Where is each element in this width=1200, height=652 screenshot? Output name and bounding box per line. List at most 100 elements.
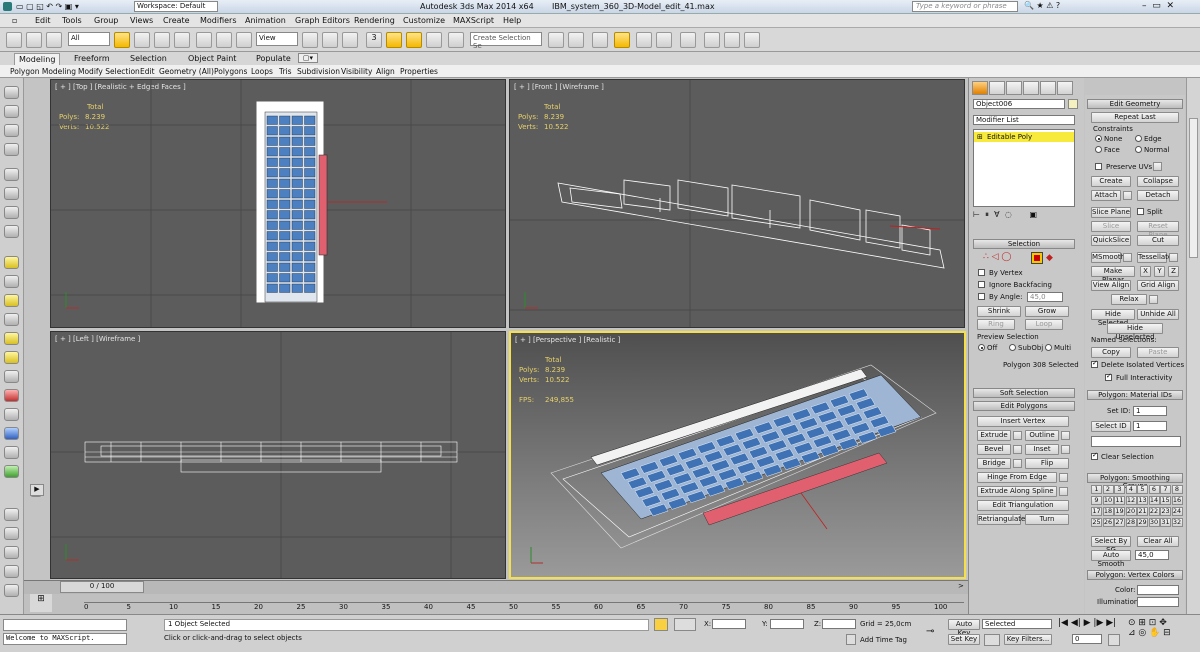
- outline-button[interactable]: Outline: [1025, 430, 1059, 441]
- viewport-front[interactable]: [ + ] [Front ] [Wireframe ] Total Polys:…: [509, 79, 965, 328]
- by-vertex-checkbox[interactable]: [978, 269, 985, 276]
- tool-icon-3[interactable]: [4, 124, 19, 137]
- viewport-left[interactable]: [ + ] [Left ] [Wireframe ]: [50, 331, 506, 579]
- tool-icon-16[interactable]: [4, 389, 19, 402]
- smoothing-group-3[interactable]: 3: [1114, 485, 1125, 494]
- msmooth-button[interactable]: MSmooth: [1091, 252, 1125, 263]
- slice-button[interactable]: Slice: [1091, 221, 1131, 232]
- quick-access-icons[interactable]: ▭ ▢ ◱ ↶ ↷ ▣ ▾: [16, 2, 79, 11]
- subobject-icons[interactable]: ∴ ◁ ◯: [983, 252, 1011, 262]
- loop-button[interactable]: Loop: [1025, 319, 1063, 330]
- spinner-snap-icon[interactable]: [426, 32, 442, 48]
- planar-z-button[interactable]: Z: [1168, 266, 1179, 277]
- tool-icon-17[interactable]: [4, 408, 19, 421]
- view-align-button[interactable]: View Align: [1091, 280, 1131, 291]
- hinge-from-edge-button[interactable]: Hinge From Edge: [977, 472, 1057, 483]
- ribbon-subdivision[interactable]: Subdivision: [297, 67, 340, 76]
- select-object-icon[interactable]: [114, 32, 130, 48]
- rollout-edit-geometry[interactable]: Edit Geometry: [1087, 99, 1183, 109]
- clear-all-button[interactable]: Clear All: [1137, 536, 1179, 547]
- layer-manager-icon[interactable]: [592, 32, 608, 48]
- undo-icon[interactable]: [6, 32, 22, 48]
- split-checkbox[interactable]: [1137, 208, 1144, 215]
- x-coordinate-field[interactable]: [712, 619, 746, 629]
- smoothing-group-5[interactable]: 5: [1137, 485, 1148, 494]
- smoothing-group-24[interactable]: 24: [1171, 507, 1183, 516]
- workspace-dropdown[interactable]: Workspace: Default: [134, 1, 218, 12]
- tool-icon-2[interactable]: [4, 105, 19, 118]
- extrude-button[interactable]: Extrude: [977, 430, 1011, 441]
- make-planar-button[interactable]: Make Planar: [1091, 266, 1135, 284]
- rollout-vertex-colors[interactable]: Polygon: Vertex Colors: [1087, 570, 1183, 580]
- add-time-tag-button[interactable]: Add Time Tag: [860, 636, 907, 644]
- smoothing-group-21[interactable]: 21: [1137, 507, 1148, 516]
- menu-animation[interactable]: Animation: [245, 16, 286, 25]
- key-icon[interactable]: ⊸: [926, 626, 934, 637]
- tool-icon-20[interactable]: [4, 465, 19, 478]
- smoothing-group-16[interactable]: 16: [1171, 496, 1183, 505]
- tool-icon-7[interactable]: [4, 206, 19, 219]
- tessellate-button[interactable]: Tessellate: [1137, 252, 1172, 263]
- track-bar[interactable]: ⊞ 0 5 10 15 20 25 30 35 40 45 50 55 60 65 70 75 80 85 90 95…: [24, 594, 968, 614]
- inset-button[interactable]: Inset: [1025, 444, 1059, 455]
- motion-tab-icon[interactable]: [1023, 81, 1039, 95]
- ring-button[interactable]: Ring: [977, 319, 1015, 330]
- repeat-last-button[interactable]: Repeat Last: [1091, 112, 1179, 123]
- select-by-sg-button[interactable]: Select By SG: [1091, 536, 1131, 554]
- menu-graph-editors[interactable]: Graph Editors: [295, 16, 350, 25]
- menu-group[interactable]: Group: [94, 16, 118, 25]
- expand-plus-icon[interactable]: ⊞: [977, 133, 983, 141]
- tool-icon-11[interactable]: [4, 294, 19, 307]
- object-name-field[interactable]: Object006: [973, 99, 1065, 109]
- utilities-tab-icon[interactable]: [1057, 81, 1073, 95]
- tool-icon-19[interactable]: [4, 446, 19, 459]
- smoothing-group-11[interactable]: 11: [1114, 496, 1125, 505]
- tool-icon-13[interactable]: [4, 332, 19, 345]
- snap-toggle-icon[interactable]: 3: [366, 32, 382, 48]
- delete-isolated-checkbox[interactable]: [1091, 359, 1098, 368]
- quickslice-button[interactable]: QuickSlice: [1091, 235, 1131, 246]
- relax-settings-icon[interactable]: [1149, 295, 1158, 304]
- tool-icon-9[interactable]: [4, 256, 19, 269]
- modify-tab-icon[interactable]: [989, 81, 1005, 95]
- ribbon-tris[interactable]: Tris: [279, 67, 292, 76]
- angle-snap-icon[interactable]: [386, 32, 402, 48]
- smoothing-group-28[interactable]: 28: [1125, 518, 1137, 527]
- tab-populate[interactable]: Populate: [252, 53, 295, 65]
- percent-snap-icon[interactable]: [406, 32, 422, 48]
- ribbon-options-icon[interactable]: ▢▾: [298, 53, 318, 63]
- menu-maxscript[interactable]: MAXScript: [453, 16, 494, 25]
- rotate-icon[interactable]: [216, 32, 232, 48]
- move-icon[interactable]: [196, 32, 212, 48]
- playback-controls[interactable]: |◀ ◀| ▶ |▶ ▶|: [1058, 618, 1116, 628]
- rectangular-selection-icon[interactable]: [154, 32, 170, 48]
- edit-triangulation-button[interactable]: Edit Triangulation: [977, 500, 1069, 511]
- align-icon[interactable]: [568, 32, 584, 48]
- constraint-edge-radio[interactable]: [1135, 135, 1142, 142]
- help-search-input[interactable]: Type a keyword or phrase: [912, 1, 1018, 12]
- edit-named-selection-icon[interactable]: [448, 32, 464, 48]
- scrollbar-thumb[interactable]: [1189, 118, 1198, 258]
- window-crossing-icon[interactable]: [174, 32, 190, 48]
- tool-icon-5[interactable]: [4, 168, 19, 181]
- maxscript-input[interactable]: [3, 619, 127, 631]
- modifier-list-dropdown[interactable]: Modifier List: [973, 115, 1075, 125]
- material-editor-icon[interactable]: [680, 32, 696, 48]
- preserve-uvs-checkbox[interactable]: [1095, 163, 1102, 170]
- time-slider[interactable]: 0 / 100 >: [24, 580, 968, 594]
- tool-icon-1[interactable]: [4, 86, 19, 99]
- graphite-toggle-icon[interactable]: [614, 32, 630, 48]
- rollout-material-ids[interactable]: Polygon: Material IDs: [1087, 390, 1183, 400]
- time-config-icon[interactable]: [1108, 634, 1120, 646]
- cut-button[interactable]: Cut: [1137, 235, 1179, 246]
- shrink-button[interactable]: Shrink: [977, 306, 1021, 317]
- menu-customize[interactable]: Customize: [403, 16, 445, 25]
- tool-icon-23[interactable]: [4, 546, 19, 559]
- menu-views[interactable]: Views: [130, 16, 153, 25]
- ribbon-geometry-all[interactable]: Geometry (All): [159, 67, 214, 76]
- tool-icon-12[interactable]: [4, 313, 19, 326]
- smoothing-group-1[interactable]: 1: [1091, 485, 1102, 494]
- constraint-normal-radio[interactable]: [1135, 146, 1142, 153]
- key-filters-button[interactable]: Key Filters...: [1004, 634, 1052, 645]
- tool-icon-10[interactable]: [4, 275, 19, 288]
